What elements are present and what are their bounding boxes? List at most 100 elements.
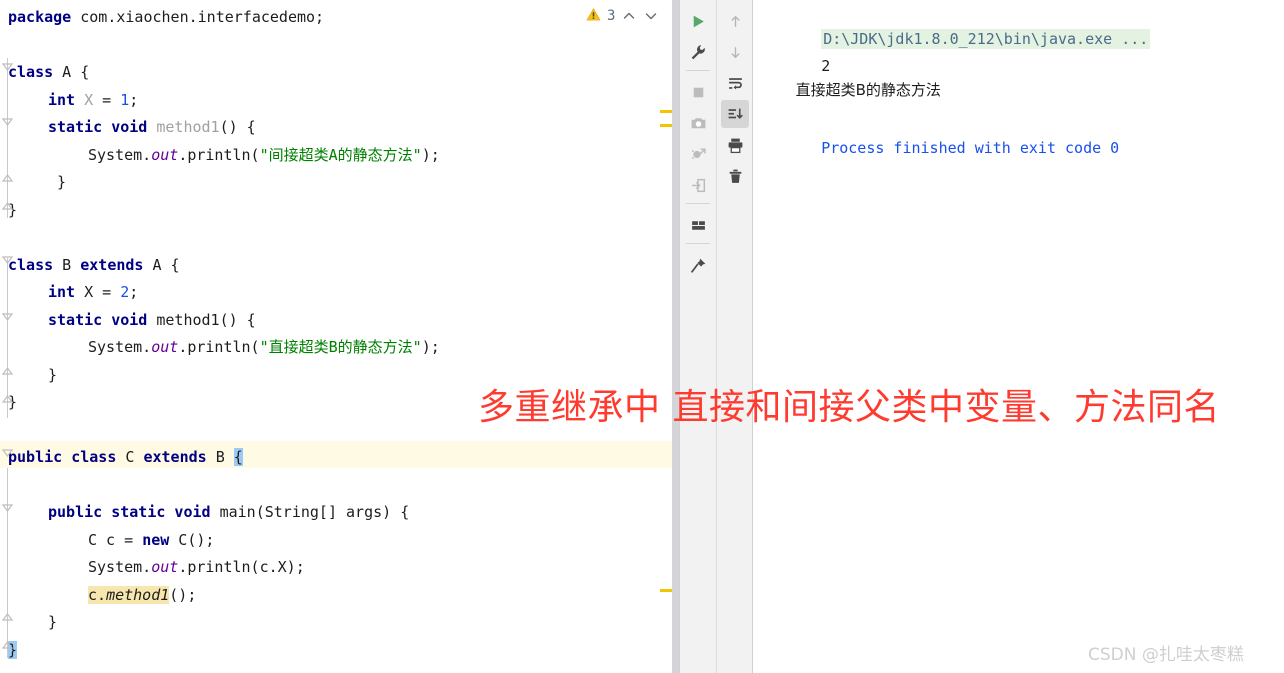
code-token: C c = [88, 530, 143, 549]
arrow-down-icon [721, 38, 749, 66]
scroll-to-end-icon[interactable] [721, 100, 749, 128]
code-token: () { [219, 118, 256, 136]
code-line[interactable]: package com.xiaochen.interfacedemo; [0, 4, 679, 32]
code-line[interactable]: } [0, 169, 679, 197]
wrench-icon[interactable] [684, 38, 712, 66]
code-line[interactable]: System.out.println("间接超类A的静态方法"); [0, 142, 679, 170]
code-line[interactable]: } [0, 637, 679, 665]
code-token: System. [88, 558, 152, 576]
run-console[interactable]: D:\JDK\jdk1.8.0_212\bin\java.exe ... 2 直… [752, 0, 1284, 673]
console-status-text: Process finished with exit code 0 [821, 139, 1120, 157]
code-line[interactable]: System.out.println("直接超类B的静态方法"); [0, 334, 679, 362]
fold-collapse-icon[interactable] [1, 60, 14, 73]
console-output-text: 直接超类B的静态方法 [795, 81, 941, 99]
annotation-text: 多重继承中 直接和间接父类中变量、方法同名 [478, 387, 1220, 428]
code-line[interactable]: int X = 1; [0, 87, 679, 115]
code-token: ; [129, 90, 139, 109]
code-token: public static void [48, 503, 211, 521]
fold-collapse-icon[interactable] [1, 310, 14, 323]
code-token: } [48, 365, 58, 384]
fold-expand-icon[interactable] [1, 172, 14, 185]
fold-expand-icon[interactable] [1, 611, 14, 624]
code-line[interactable]: public class C extends B { [0, 444, 679, 472]
code-editor[interactable]: package com.xiaochen.interfacedemo; class… [0, 0, 679, 673]
fold-expand-icon[interactable] [1, 365, 14, 378]
code-token: System. [88, 145, 152, 164]
stop-icon [684, 78, 712, 106]
code-token: C [116, 448, 144, 466]
fold-collapse-icon[interactable] [1, 115, 14, 128]
run-tool-window-toolbar[interactable] [679, 0, 753, 673]
code-token: ); [421, 338, 440, 356]
trash-icon[interactable] [721, 162, 749, 190]
debug-restore-icon [684, 140, 712, 168]
code-token: out [151, 145, 179, 164]
run-actions-column[interactable] [680, 0, 716, 673]
code-token: method1 [106, 585, 170, 604]
code-line[interactable]: System.out.println(c.X); [0, 554, 679, 582]
code-line[interactable]: } [0, 197, 679, 225]
code-line[interactable]: class B extends A { [0, 252, 679, 280]
code-token: out [151, 338, 179, 356]
code-line[interactable]: c.method1(); [0, 582, 679, 610]
code-line[interactable]: } [0, 609, 679, 637]
fold-expand-icon[interactable] [1, 200, 14, 213]
fold-collapse-icon[interactable] [1, 446, 14, 459]
editor-scrollbar[interactable] [672, 0, 679, 673]
chevron-up-icon[interactable] [621, 8, 637, 24]
code-token: ); [421, 145, 440, 164]
code-line[interactable] [0, 224, 679, 252]
code-text[interactable]: package com.xiaochen.interfacedemo; class… [0, 0, 679, 673]
code-token: .println( [178, 145, 260, 164]
fold-expand-icon[interactable] [1, 393, 14, 406]
code-token: = [93, 283, 121, 301]
code-line[interactable]: static void method1() { [0, 307, 679, 335]
code-token: int [48, 283, 76, 301]
code-line[interactable]: static void method1() { [0, 114, 679, 142]
code-token: X [84, 90, 94, 109]
code-line[interactable]: C c = new C(); [0, 527, 679, 555]
warning-triangle-icon [586, 7, 601, 26]
camera-icon [684, 109, 712, 137]
console-status-line: Process finished with exit code 0 [767, 112, 1119, 184]
fold-expand-icon[interactable] [1, 639, 14, 652]
run-icon[interactable] [684, 7, 712, 35]
code-line[interactable]: class A { [0, 59, 679, 87]
code-token: } [48, 613, 58, 631]
code-token: method1 [156, 118, 220, 136]
code-token: package [8, 8, 72, 26]
code-line[interactable] [0, 32, 679, 60]
code-token: "间接超类A的静态方法" [259, 145, 422, 164]
print-icon[interactable] [721, 131, 749, 159]
code-token: extends [80, 255, 144, 274]
code-token: "直接超类B的静态方法" [259, 338, 422, 356]
import-arrow-icon [684, 171, 712, 199]
code-token: B [53, 255, 81, 274]
code-token: .println( [178, 338, 260, 356]
code-token: 1 [120, 90, 130, 109]
fold-collapse-icon[interactable] [1, 501, 14, 514]
fold-collapse-icon[interactable] [1, 253, 14, 266]
code-token: c. [88, 585, 107, 604]
separator [686, 70, 710, 71]
code-token: static void [48, 310, 148, 329]
code-token: (); [169, 585, 197, 604]
pin-icon[interactable] [684, 251, 712, 279]
code-token: public class [8, 448, 117, 466]
layout-icon[interactable] [684, 211, 712, 239]
code-token: class [8, 63, 54, 81]
separator [686, 203, 710, 204]
code-line[interactable]: int X = 2; [0, 279, 679, 307]
code-token: ; [129, 283, 139, 301]
code-line[interactable]: public static void main(String[] args) { [0, 499, 679, 527]
code-token: C(); [169, 530, 215, 549]
code-token: extends [143, 448, 207, 466]
code-token: out [151, 558, 179, 576]
console-command-text: D:\JDK\jdk1.8.0_212\bin\java.exe ... [821, 29, 1151, 49]
console-actions-column[interactable] [716, 0, 753, 673]
code-line[interactable] [0, 472, 679, 500]
code-token: A { [53, 63, 90, 81]
code-token: } [48, 173, 67, 191]
soft-wrap-icon[interactable] [721, 69, 749, 97]
